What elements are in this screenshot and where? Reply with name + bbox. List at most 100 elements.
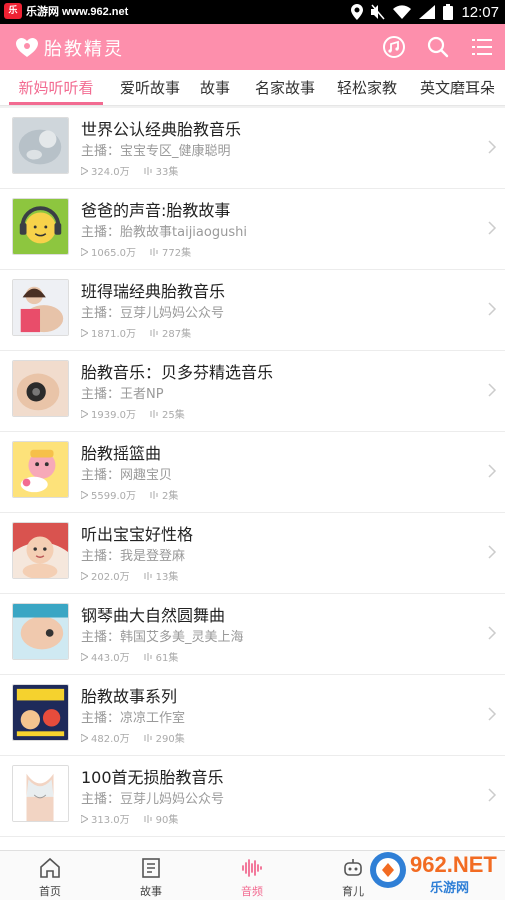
play-icon	[81, 733, 88, 742]
list-item[interactable]: 钢琴曲大自然圆舞曲 主播：韩国艾多美_灵美上海 443.0万 61集	[0, 594, 505, 675]
tab-active-indicator	[9, 102, 103, 105]
album-cover	[12, 441, 69, 498]
site-name: 乐游网 www.962.net	[26, 6, 129, 18]
list-item[interactable]: 胎教故事系列 主播：凉凉工作室 482.0万 290集	[0, 675, 505, 756]
episodes-icon	[150, 247, 158, 256]
album-host: 主播：胎教故事taijiaogushi	[81, 225, 247, 240]
chevron-right-icon	[488, 464, 497, 478]
album-host: 主播：韩国艾多美_灵美上海	[81, 630, 244, 645]
play-icon	[81, 328, 88, 337]
svg-text:962.NET: 962.NET	[410, 852, 497, 877]
app-title: 胎教精灵	[44, 39, 124, 60]
tab-gushi[interactable]: 故事	[191, 70, 239, 105]
nav-audio[interactable]: 音频	[202, 851, 302, 900]
list-item[interactable]: 胎教摇篮曲 主播：网趣宝贝 5599.0万 2集	[0, 432, 505, 513]
play-icon	[81, 490, 88, 499]
album-cover	[12, 765, 69, 822]
play-count: 5599.0万	[81, 487, 136, 502]
album-cover	[12, 360, 69, 417]
list-item[interactable]: 胎教音乐：贝多芬精选音乐 主播：王者NP 1939.0万 25集	[0, 351, 505, 432]
tab-qingsong[interactable]: 轻松家教	[327, 70, 407, 105]
play-count: 202.0万	[81, 568, 130, 583]
play-count: 1871.0万	[81, 325, 136, 340]
album-cover	[12, 117, 69, 174]
book-icon	[142, 858, 160, 878]
nav-story[interactable]: 故事	[101, 851, 201, 900]
play-count: 443.0万	[81, 649, 130, 664]
menu-list-button[interactable]	[469, 34, 495, 60]
album-cover	[12, 198, 69, 255]
album-title: 班得瑞经典胎教音乐	[81, 282, 226, 301]
play-icon	[81, 166, 88, 175]
episodes-icon	[144, 814, 152, 823]
album-host: 主播：王者NP	[81, 387, 164, 402]
wifi-icon	[393, 5, 412, 19]
list-menu-icon	[472, 39, 492, 55]
list-item[interactable]: 班得瑞经典胎教音乐 主播：豆芽儿妈妈公众号 1871.0万 287集	[0, 270, 505, 351]
mute-icon	[371, 4, 386, 20]
watermark-logo: 962.NET 乐游网	[368, 846, 502, 898]
list-item[interactable]: 听出宝宝好性格 主播：我是登登麻 202.0万 13集	[0, 513, 505, 594]
audio-wave-icon	[242, 859, 262, 877]
app-bar: 胎教精灵	[0, 24, 505, 70]
album-cover	[12, 522, 69, 579]
play-icon	[81, 571, 88, 580]
tab-yingwen[interactable]: 英文磨耳朵	[410, 70, 505, 105]
chevron-right-icon	[488, 626, 497, 640]
tab-mingjia[interactable]: 名家故事	[245, 70, 325, 105]
list-item[interactable]: 爸爸的声音:胎教故事 主播：胎教故事taijiaogushi 1065.0万 7…	[0, 189, 505, 270]
album-title: 听出宝宝好性格	[81, 525, 194, 544]
clock: 12:07	[461, 3, 499, 21]
chevron-right-icon	[488, 140, 497, 154]
album-title: 胎教摇篮曲	[81, 444, 162, 463]
play-icon	[81, 814, 88, 823]
episode-count: 772集	[150, 244, 191, 259]
music-record-button[interactable]	[381, 34, 407, 60]
play-icon	[81, 652, 88, 661]
album-cover	[12, 279, 69, 336]
album-host: 主播：宝宝专区_健康聪明	[81, 144, 231, 159]
episodes-icon	[144, 733, 152, 742]
album-cover	[12, 603, 69, 660]
robot-icon	[344, 859, 362, 876]
status-bar: 乐 乐游网 www.962.net 12:07	[0, 0, 505, 24]
play-count: 1065.0万	[81, 244, 136, 259]
home-icon	[40, 857, 60, 878]
episode-count: 90集	[144, 811, 178, 826]
search-icon	[427, 36, 449, 58]
album-title: 胎教故事系列	[81, 687, 178, 706]
chevron-right-icon	[488, 545, 497, 559]
episodes-icon	[144, 652, 152, 661]
episodes-icon	[144, 571, 152, 580]
tab-xinma[interactable]: 新妈听听看	[9, 70, 103, 105]
episodes-icon	[144, 166, 152, 175]
location-icon	[351, 4, 364, 20]
album-title: 世界公认经典胎教音乐	[81, 120, 242, 139]
episode-count: 13集	[144, 568, 178, 583]
play-count: 482.0万	[81, 730, 130, 745]
list-item[interactable]: 100首无损胎教音乐 主播：豆芽儿妈妈公众号 313.0万 90集	[0, 756, 505, 837]
episode-count: 25集	[150, 406, 185, 421]
list-item[interactable]: 世界公认经典胎教音乐 主播：宝宝专区_健康聪明 324.0万 33集	[0, 108, 505, 189]
music-record-icon	[383, 36, 405, 58]
chevron-right-icon	[488, 788, 497, 802]
tab-aiting[interactable]: 爱听故事	[110, 70, 190, 105]
album-host: 主播：豆芽儿妈妈公众号	[81, 792, 225, 807]
episode-count: 290集	[144, 730, 185, 745]
nav-home[interactable]: 首页	[0, 851, 100, 900]
album-host: 主播：凉凉工作室	[81, 711, 186, 726]
app-logo-icon	[14, 35, 40, 59]
svg-text:乐游网: 乐游网	[430, 880, 469, 896]
site-logo-icon: 乐	[4, 3, 22, 19]
album-title: 胎教音乐：贝多芬精选音乐	[81, 363, 274, 382]
episodes-icon	[150, 409, 158, 418]
episodes-icon	[150, 328, 158, 337]
signal-icon	[419, 5, 436, 19]
album-title: 钢琴曲大自然圆舞曲	[81, 606, 226, 625]
episode-count: 33集	[144, 163, 178, 178]
chevron-right-icon	[488, 302, 497, 316]
search-button[interactable]	[425, 34, 451, 60]
album-host: 主播：网趣宝贝	[81, 468, 173, 483]
album-host: 主播：我是登登麻	[81, 549, 186, 564]
album-title: 爸爸的声音:胎教故事	[81, 201, 231, 220]
